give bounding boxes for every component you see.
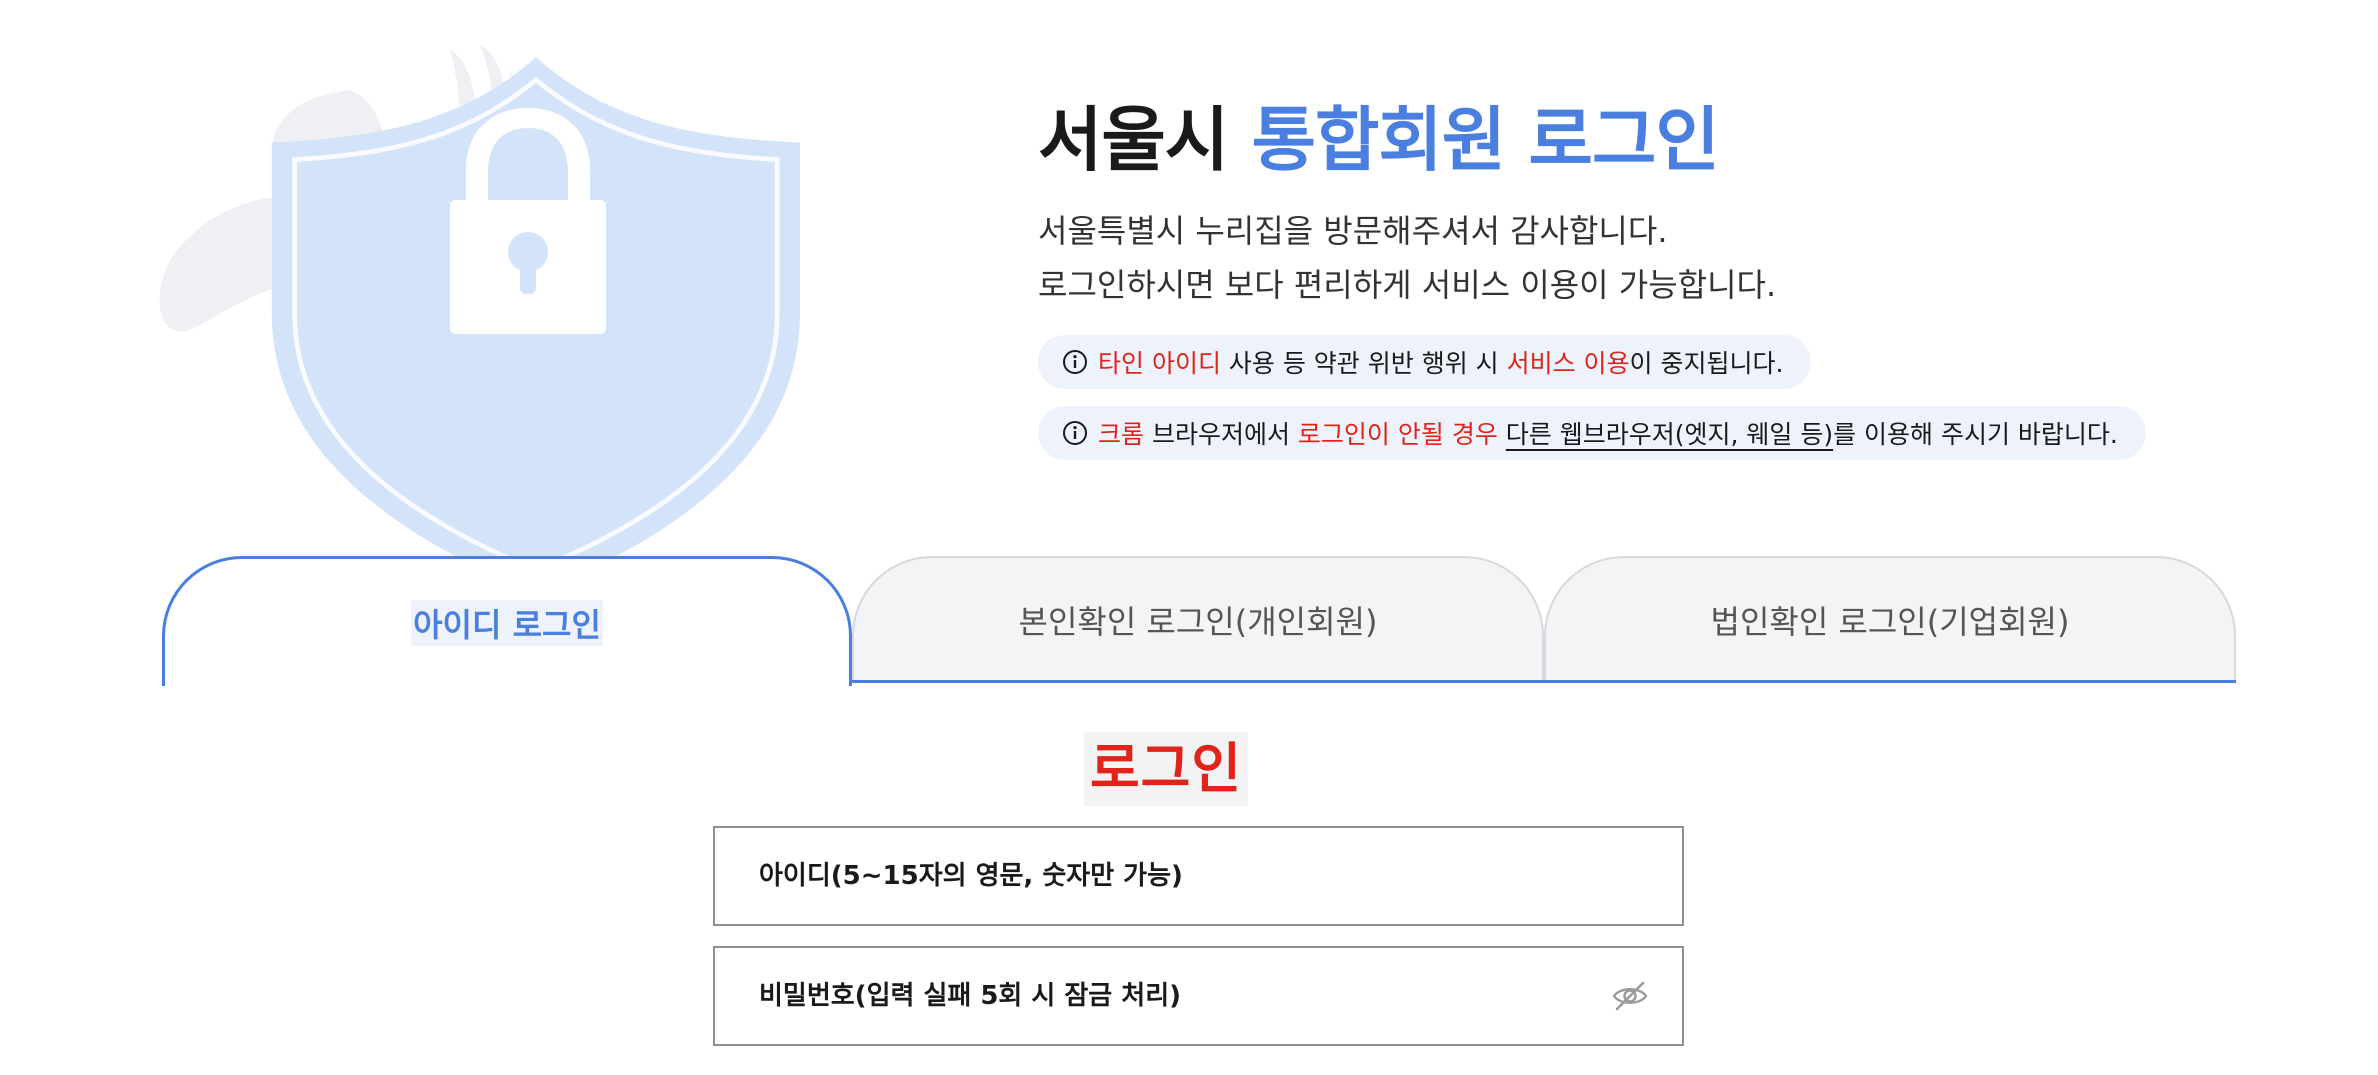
tab-id-login-label: 아이디 로그인	[411, 599, 603, 646]
id-input[interactable]	[715, 828, 1682, 924]
page-title: 서울시 통합회원 로그인	[1038, 90, 2338, 190]
notice-2-text-2	[1498, 419, 1506, 448]
tab-personal-verification-login-label: 본인확인 로그인(개인회원)	[1018, 603, 1378, 641]
notice-2-highlight-2: 로그인이 안될 경우	[1297, 420, 1498, 449]
password-field-container	[713, 946, 1684, 1046]
info-icon	[1063, 421, 1087, 445]
info-icon	[1063, 350, 1087, 374]
welcome-description: 서울특별시 누리집을 방문해주셔서 감사합니다. 로그인하시면 보다 편리하게 …	[1038, 204, 2338, 312]
notice-2-text-3: 를 이용해 주시기 바랍니다.	[1833, 420, 2118, 449]
hero-illustration	[150, 30, 910, 570]
notice-1-text-2: 이 중지됩니다.	[1629, 349, 1784, 378]
notice-1-highlight-1: 타인 아이디	[1098, 349, 1221, 378]
tab-personal-verification-login[interactable]: 본인확인 로그인(개인회원)	[852, 556, 1544, 682]
notice-1-highlight-2: 서비스 이용	[1506, 349, 1630, 378]
login-page: 서울시 통합회원 로그인 서울특별시 누리집을 방문해주셔서 감사합니다. 로그…	[0, 0, 2378, 1075]
tab-corporate-verification-login-label: 법인확인 로그인(기업회원)	[1710, 603, 2070, 641]
login-type-tabs: 아이디 로그인 본인확인 로그인(개인회원) 법인확인 로그인(기업회원)	[162, 556, 2236, 686]
page-title-accent: 통합회원 로그인	[1251, 99, 1720, 181]
page-title-prefix: 서울시	[1038, 99, 1229, 181]
notice-browser-compat: 크롬 브라우저에서 로그인이 안될 경우 다른 웹브라우저(엣지, 웨일 등) …	[1038, 406, 2146, 460]
password-visibility-toggle[interactable]	[1608, 974, 1652, 1018]
tab-id-login[interactable]: 아이디 로그인	[162, 556, 852, 686]
login-heading: 로그인	[1084, 732, 1249, 806]
welcome-line-2: 로그인하시면 보다 편리하게 서비스 이용이 가능합니다.	[1038, 266, 1777, 304]
notice-2-highlight-1: 크롬	[1098, 420, 1145, 449]
eye-slash-icon	[1612, 981, 1648, 1011]
password-input[interactable]	[715, 948, 1608, 1044]
notice-2-alternative-browsers: 다른 웹브라우저(엣지, 웨일 등)	[1505, 420, 1834, 449]
notice-terms-violation: 타인 아이디 사용 등 약관 위반 행위 시 서비스 이용 이 중지됩니다.	[1038, 335, 1812, 389]
id-field-container	[713, 826, 1684, 926]
notice-2-text-1: 브라우저에서	[1144, 420, 1298, 449]
notice-1-text-1: 사용 등 약관 위반 행위 시	[1220, 349, 1507, 378]
tabs-baseline-divider	[852, 680, 2236, 683]
hero-text: 서울시 통합회원 로그인 서울특별시 누리집을 방문해주셔서 감사합니다. 로그…	[1038, 90, 2338, 312]
tab-corporate-verification-login[interactable]: 법인확인 로그인(기업회원)	[1544, 556, 2236, 682]
welcome-line-1: 서울특별시 누리집을 방문해주셔서 감사합니다.	[1038, 212, 1668, 250]
